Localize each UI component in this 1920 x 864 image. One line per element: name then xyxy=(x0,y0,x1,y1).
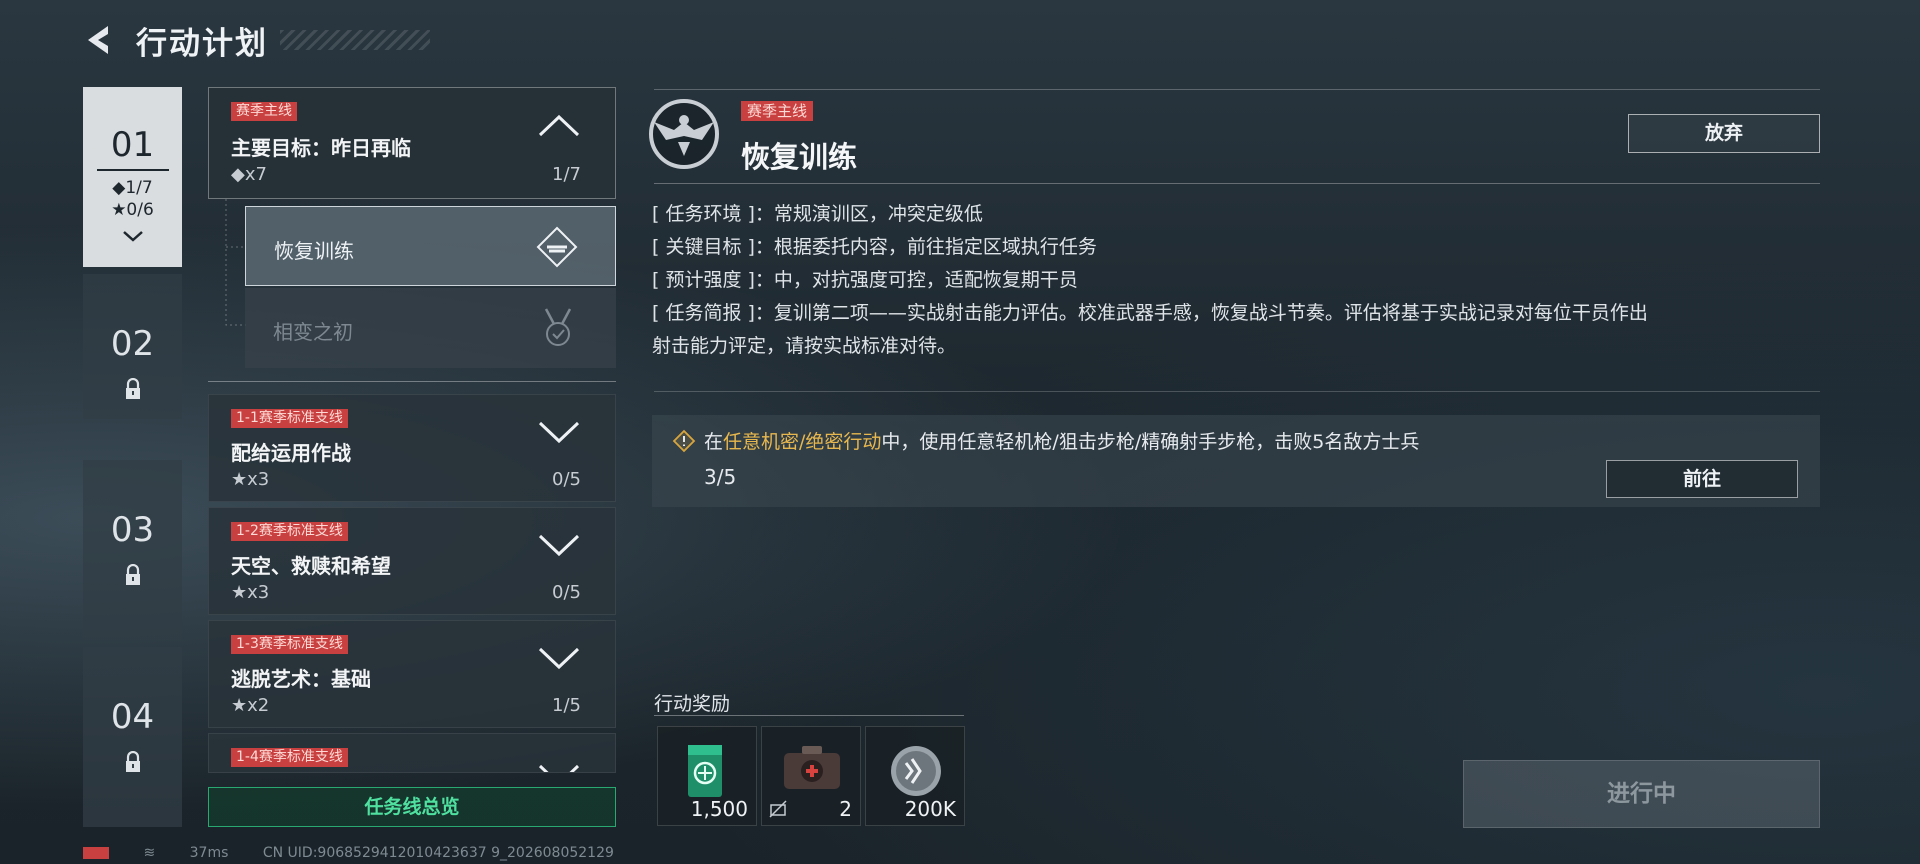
lock-icon xyxy=(125,563,140,585)
quest-reward: ★x3 xyxy=(231,582,270,603)
quest-line-overview-button[interactable]: 任务线总览 xyxy=(208,787,616,827)
objective-diamond-icon xyxy=(672,429,696,453)
sub-quest-item[interactable]: 相变之初 xyxy=(245,288,616,368)
status-footer: ≋ 37ms CN UID:9068529412010423637 9_2026… xyxy=(83,845,644,861)
objective-box: 在任意机密/绝密行动中，使用任意轻机枪/狙击步枪/精确射手步枪，击败5名敌方士兵… xyxy=(652,415,1820,507)
eagle-emblem-icon xyxy=(649,99,719,169)
silver-coin-icon xyxy=(891,746,941,796)
divider xyxy=(654,715,964,716)
chapter-number: 03 xyxy=(110,510,155,550)
quest-progress: 1/5 xyxy=(552,695,581,716)
detail-quest-tag: 赛季主线 xyxy=(741,101,814,121)
reward-slot[interactable]: 200K xyxy=(865,726,965,826)
key-objective: [ 关键目标 ]：根据委托内容，前往指定区域执行任务 xyxy=(652,236,1097,258)
quest-progress: 1/7 xyxy=(552,164,581,185)
mission-environment: [ 任务环境 ]：常规演训区，冲突定级低 xyxy=(652,203,983,225)
quest-tag: 1-1赛季标准支线 xyxy=(231,409,348,428)
main-quest-card[interactable]: 赛季主线 主要目标：昨日再临 ◆x7 1/7 xyxy=(208,87,616,199)
sub-quest-label: 恢复训练 xyxy=(274,239,354,263)
chapter-number: 04 xyxy=(110,697,155,737)
quest-progress: 0/5 xyxy=(552,469,581,490)
chapter-diamond-progress: ◆1/7 xyxy=(112,178,153,198)
rewards-label: 行动奖励 xyxy=(654,693,731,715)
quest-tag: 1-2赛季标准支线 xyxy=(231,522,348,541)
chevron-down-icon[interactable] xyxy=(537,645,581,671)
quest-name: 主要目标：昨日再临 xyxy=(231,136,411,160)
chapter-number: 02 xyxy=(110,324,155,364)
chevron-down-icon[interactable] xyxy=(537,762,581,773)
in-progress-button[interactable]: 进行中 xyxy=(1463,760,1820,828)
quest-reward: ◆x7 xyxy=(231,164,267,185)
battery-icon xyxy=(83,847,109,859)
divider xyxy=(654,391,1820,392)
objective-highlight: 任意机密/绝密行动 xyxy=(723,431,882,453)
chapter-tab-01[interactable]: 01 ◆1/7 ★0/6 xyxy=(83,87,182,267)
expected-intensity: [ 预计强度 ]：中，对抗强度可控，适配恢复期干员 xyxy=(652,269,1078,291)
back-arrow-icon[interactable] xyxy=(80,20,120,60)
no-trade-icon xyxy=(769,800,787,818)
branch-quest-card[interactable]: 1-2赛季标准支线 天空、救赎和希望 ★x3 0/5 xyxy=(208,507,616,615)
reward-amount: 2 xyxy=(839,797,852,821)
ping-value: 37ms xyxy=(189,845,229,861)
branch-quest-card[interactable]: 1-4赛季标准支线 xyxy=(208,733,616,773)
page-title: 行动计划 xyxy=(136,26,268,62)
divider xyxy=(208,381,616,382)
green-crate-icon xyxy=(688,745,722,797)
chapter-number: 01 xyxy=(110,125,155,165)
divider xyxy=(654,183,1820,184)
sub-quest-label: 相变之初 xyxy=(273,320,353,344)
sub-quest-item[interactable]: 恢复训练 xyxy=(245,206,616,286)
quest-tag: 赛季主线 xyxy=(231,102,297,121)
uid-text: CN UID:9068529412010423637 9_20260805212… xyxy=(262,845,614,861)
chevron-down-icon xyxy=(122,231,143,242)
goto-button[interactable]: 前往 xyxy=(1606,460,1798,498)
branch-quest-card[interactable]: 1-3赛季标准支线 逃脱艺术：基础 ★x2 1/5 xyxy=(208,620,616,728)
chapter-star-progress: ★0/6 xyxy=(111,200,154,220)
chevron-down-icon[interactable] xyxy=(537,532,581,558)
objective-text: 在任意机密/绝密行动中，使用任意轻机枪/狙击步枪/精确射手步枪，击败5名敌方士兵 xyxy=(704,431,1420,453)
quest-reward: ★x2 xyxy=(231,695,270,716)
header-decoration xyxy=(280,30,430,50)
chapter-tab-02[interactable]: 02 xyxy=(83,274,182,419)
quest-tag: 1-3赛季标准支线 xyxy=(231,635,348,654)
abandon-button[interactable]: 放弃 xyxy=(1628,114,1820,153)
quest-name: 配给运用作战 xyxy=(231,441,351,465)
reward-slot[interactable]: 1,500 xyxy=(657,726,757,826)
mission-briefing: [ 任务简报 ]：复训第二项——实战射击能力评估。校准武器手感，恢复战斗节奏。评… xyxy=(652,302,1648,324)
quest-reward: ★x3 xyxy=(231,469,270,490)
detail-quest-title: 恢复训练 xyxy=(741,140,858,174)
lock-icon xyxy=(125,377,140,399)
chapter-tab-03[interactable]: 03 xyxy=(83,460,182,640)
quest-name: 逃脱艺术：基础 xyxy=(231,667,371,691)
medkit-icon xyxy=(784,746,840,789)
quest-progress: 0/5 xyxy=(552,582,581,603)
chapter-tab-04[interactable]: 04 xyxy=(83,647,182,827)
mission-briefing-cont: 射击能力评定，请按实战标准对待。 xyxy=(652,335,957,357)
reward-slot[interactable]: 2 xyxy=(761,726,861,826)
quest-name: 天空、救赎和希望 xyxy=(231,554,391,578)
diamond-target-icon xyxy=(536,226,578,268)
chevron-up-icon[interactable] xyxy=(537,112,581,138)
chevron-down-icon[interactable] xyxy=(537,419,581,445)
reward-amount: 1,500 xyxy=(690,797,748,821)
wifi-icon: ≋ xyxy=(143,845,156,861)
lock-icon xyxy=(125,750,140,772)
reward-amount: 200K xyxy=(904,797,956,821)
objective-progress: 3/5 xyxy=(704,465,737,489)
medal-icon xyxy=(544,308,572,346)
divider xyxy=(654,89,1820,90)
divider xyxy=(96,169,169,171)
quest-tag: 1-4赛季标准支线 xyxy=(231,748,348,767)
branch-quest-card[interactable]: 1-1赛季标准支线 配给运用作战 ★x3 0/5 xyxy=(208,394,616,502)
